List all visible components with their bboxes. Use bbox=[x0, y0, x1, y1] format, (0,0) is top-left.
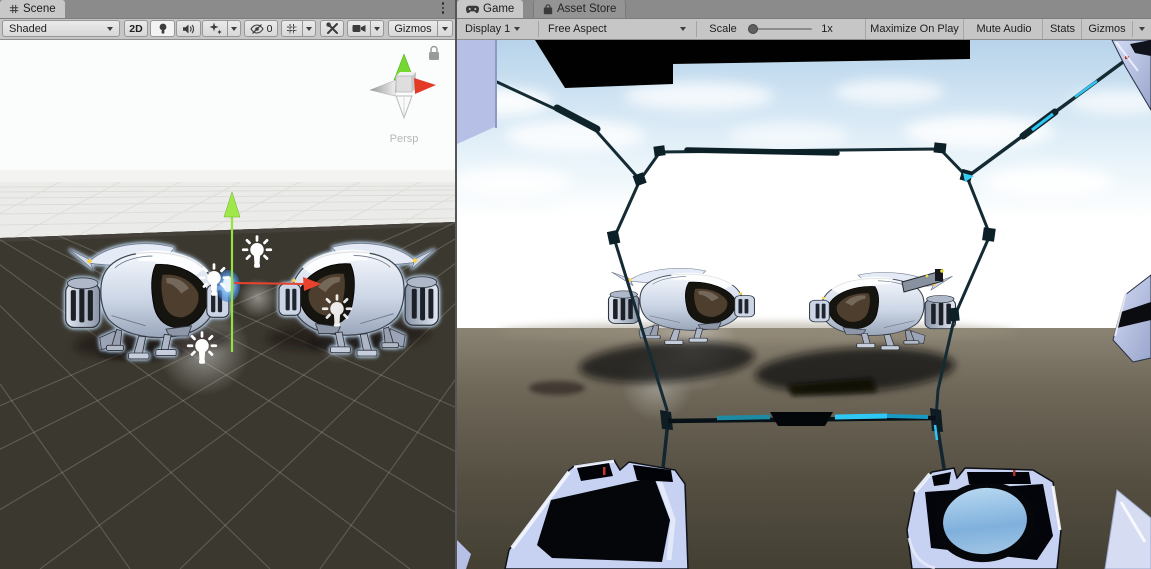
chevron-down-icon bbox=[1139, 27, 1145, 31]
game-toolbar: Display 1 Free Aspect Scale 1x Maximize … bbox=[457, 19, 1151, 40]
scene-tab-strip: Scene bbox=[0, 0, 455, 19]
game-tab-strip: Game Asset Store bbox=[457, 0, 1151, 19]
cockpit-tray-right bbox=[906, 467, 1062, 569]
component-tools-button[interactable] bbox=[320, 20, 344, 37]
grid-dropdown[interactable] bbox=[302, 20, 316, 37]
game-panel: Game Asset Store Display 1 Free Aspect S… bbox=[457, 0, 1151, 569]
stats-button[interactable]: Stats bbox=[1044, 19, 1082, 39]
projection-mode-label[interactable]: Persp bbox=[374, 133, 434, 145]
aspect-ratio-value: Free Aspect bbox=[548, 23, 607, 35]
display-dropdown-value: Display 1 bbox=[465, 23, 511, 35]
scale-value: 1x bbox=[821, 23, 833, 35]
crossed-tools-icon bbox=[325, 22, 338, 34]
video-camera-icon bbox=[352, 25, 366, 32]
scene-sky bbox=[0, 40, 455, 182]
shopping-bag-icon bbox=[543, 3, 553, 14]
shading-mode-value: Shaded bbox=[9, 22, 47, 35]
scene-panel: Scene Shaded 2D 0 Gizmos Persp bbox=[0, 0, 455, 569]
shading-mode-dropdown[interactable]: Shaded bbox=[2, 20, 120, 37]
game-gizmos-dropdown[interactable]: Gizmos bbox=[1083, 19, 1131, 39]
unity-editor-window: Scene Shaded 2D 0 Gizmos Persp Game Asse… bbox=[0, 0, 1151, 569]
scale-slider-knob[interactable] bbox=[748, 24, 758, 34]
hidden-object-count: 0 bbox=[266, 22, 273, 35]
tab-asset-store-label: Asset Store bbox=[557, 3, 617, 15]
game-viewport[interactable] bbox=[457, 40, 1151, 569]
scene-toolbar: Shaded 2D 0 Gizmos bbox=[0, 19, 455, 40]
maximize-on-play-button[interactable]: Maximize On Play bbox=[865, 19, 964, 39]
effects-dropdown[interactable] bbox=[227, 20, 241, 37]
lightbulb-icon bbox=[159, 23, 166, 34]
sparkle-icon bbox=[209, 22, 222, 35]
scene-camera-button[interactable] bbox=[347, 20, 371, 37]
scene-gizmos-label: Gizmos bbox=[394, 22, 432, 35]
speaker-icon bbox=[183, 24, 195, 33]
game-render-view bbox=[457, 40, 1151, 569]
eye-slash-icon bbox=[249, 23, 264, 34]
audio-toggle-button[interactable] bbox=[176, 20, 201, 37]
lighting-toggle-button[interactable] bbox=[150, 20, 175, 37]
chevron-down-icon bbox=[680, 27, 686, 31]
effects-toggle-button[interactable] bbox=[202, 20, 228, 37]
tab-asset-store[interactable]: Asset Store bbox=[533, 0, 627, 18]
x-axis-arrow[interactable] bbox=[233, 282, 306, 285]
2d-toggle-button[interactable]: 2D bbox=[124, 20, 148, 37]
scene-3d-view[interactable] bbox=[0, 40, 455, 569]
mute-audio-button[interactable]: Mute Audio bbox=[966, 19, 1043, 39]
scene-gizmos-caret[interactable] bbox=[437, 20, 453, 37]
chevron-down-icon bbox=[442, 26, 448, 31]
chevron-down-icon bbox=[107, 26, 113, 31]
gizmo-cube[interactable] bbox=[395, 75, 413, 93]
chevron-down-icon bbox=[374, 26, 380, 31]
aspect-ratio-dropdown[interactable]: Free Aspect bbox=[541, 19, 693, 39]
chevron-down-icon bbox=[231, 26, 237, 31]
chevron-down-icon bbox=[514, 27, 521, 31]
scale-label: Scale bbox=[709, 23, 737, 35]
2d-toggle-label: 2D bbox=[129, 22, 143, 35]
tab-game-label: Game bbox=[483, 3, 515, 15]
camera-dropdown[interactable] bbox=[370, 20, 384, 37]
tab-game[interactable]: Game bbox=[457, 0, 524, 18]
gamepad-icon bbox=[466, 5, 479, 13]
tab-scene-label: Scene bbox=[23, 3, 56, 15]
scene-gizmos-dropdown[interactable]: Gizmos bbox=[388, 20, 438, 37]
kebab-menu-icon[interactable] bbox=[437, 2, 449, 14]
game-gizmos-caret[interactable] bbox=[1134, 19, 1150, 39]
grid-visibility-button[interactable] bbox=[281, 20, 303, 37]
grid-icon bbox=[9, 4, 19, 14]
chevron-down-icon bbox=[306, 26, 312, 31]
scene-visibility-toggle[interactable]: 0 bbox=[244, 20, 278, 37]
tab-scene[interactable]: Scene bbox=[0, 0, 65, 18]
grid-snap-icon bbox=[287, 23, 297, 34]
display-dropdown[interactable]: Display 1 bbox=[459, 19, 535, 39]
scene-viewport[interactable]: Persp bbox=[0, 40, 455, 569]
scale-slider[interactable] bbox=[748, 24, 812, 34]
